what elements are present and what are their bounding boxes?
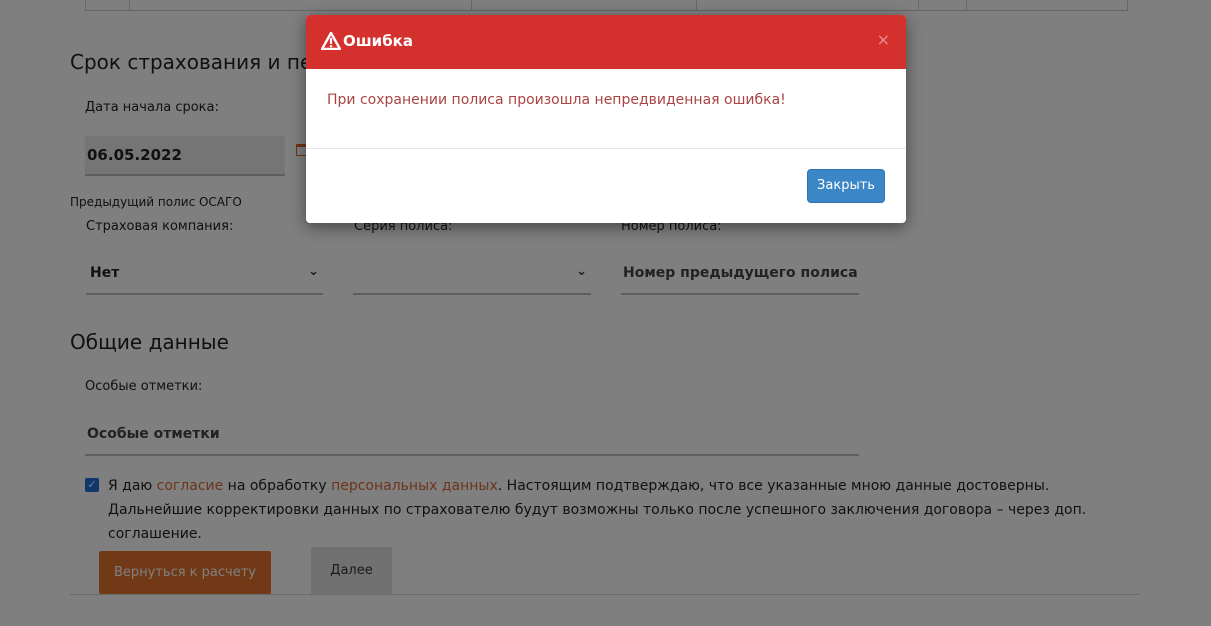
error-modal: Ошибка × При сохранении полиса произошла…: [306, 15, 906, 223]
modal-title: Ошибка: [320, 31, 413, 51]
warning-icon: [320, 31, 342, 51]
close-button[interactable]: Закрыть: [807, 169, 885, 203]
modal-header: Ошибка ×: [306, 15, 906, 69]
modal-footer: Закрыть: [306, 149, 906, 223]
modal-message: При сохранении полиса произошла непредви…: [306, 69, 906, 149]
modal-title-text: Ошибка: [343, 32, 413, 50]
close-icon[interactable]: ×: [877, 30, 890, 49]
